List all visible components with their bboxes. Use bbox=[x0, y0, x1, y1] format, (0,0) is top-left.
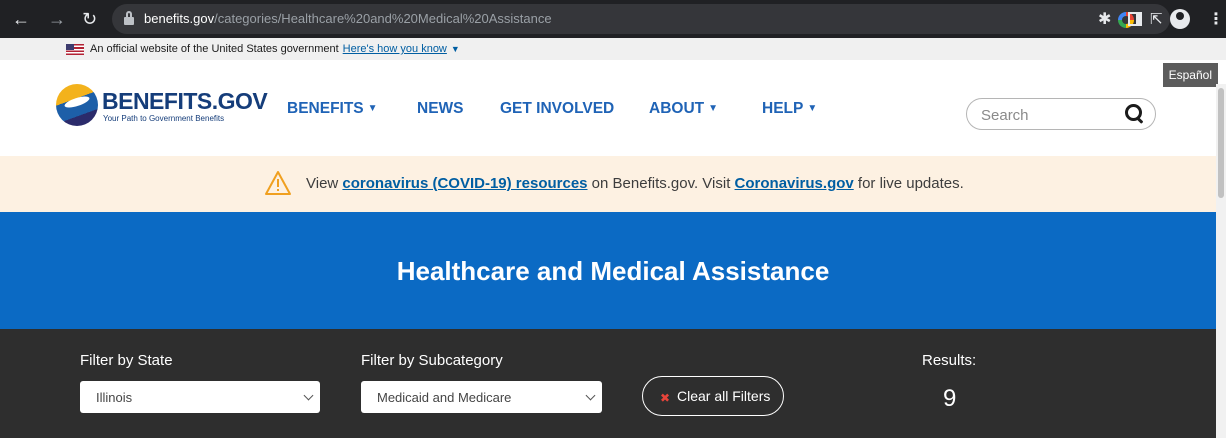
caret-down-icon: ▼ bbox=[807, 103, 818, 114]
results-label: Results: bbox=[922, 352, 977, 369]
chevron-down-icon bbox=[303, 390, 314, 401]
nav-help[interactable]: HELP ▼ bbox=[762, 100, 817, 118]
reload-icon[interactable]: ↻ bbox=[82, 9, 97, 29]
page-title: Healthcare and Medical Assistance bbox=[396, 256, 830, 286]
caret-down-icon: ▼ bbox=[708, 103, 719, 114]
url-text[interactable]: benefits.gov/categories/Healthcare%20and… bbox=[144, 11, 552, 26]
alert-message: View coronavirus (COVID-19) resources on… bbox=[306, 175, 964, 192]
site-logo[interactable]: BENEFITS.GOV Your Path to Government Ben… bbox=[56, 84, 268, 128]
nav-news-label: NEWS bbox=[417, 100, 464, 117]
side-panel-icon[interactable] bbox=[1128, 12, 1142, 26]
kebab-menu-icon[interactable]: ⋮ bbox=[1208, 9, 1224, 29]
benefits-logo-icon bbox=[56, 84, 98, 126]
alert-text-post: for live updates. bbox=[853, 175, 964, 192]
state-select-value: Illinois bbox=[96, 390, 133, 405]
logo-title: BENEFITS.GOV bbox=[102, 88, 268, 114]
espanol-button[interactable]: Español bbox=[1162, 63, 1218, 87]
browser-toolbar: ← → ↻ benefits.gov/categories/Healthcare… bbox=[0, 0, 1226, 38]
gov-banner-text: An official website of the United States… bbox=[90, 43, 460, 55]
how-you-know-link[interactable]: Here's how you know bbox=[343, 43, 447, 55]
forward-arrow-icon[interactable]: → bbox=[48, 9, 66, 29]
back-arrow-icon[interactable]: ← bbox=[12, 9, 30, 29]
nav-get-involved-label: GET INVOLVED bbox=[500, 100, 615, 117]
chevron-down-icon[interactable]: ▼ bbox=[451, 44, 460, 54]
address-bar[interactable]: benefits.gov/categories/Healthcare%20and… bbox=[112, 4, 1189, 34]
results-count: 9 bbox=[943, 385, 957, 412]
gov-banner-label: An official website of the United States… bbox=[90, 43, 339, 55]
official-gov-banner: An official website of the United States… bbox=[0, 38, 1226, 60]
nav-about-label: ABOUT bbox=[649, 100, 705, 117]
page-scrollbar[interactable] bbox=[1216, 84, 1226, 438]
state-select[interactable]: Illinois bbox=[80, 381, 320, 413]
site-header: Español BENEFITS.GOV Your Path to Govern… bbox=[0, 60, 1226, 156]
search-input[interactable] bbox=[981, 105, 1111, 125]
filter-subcategory-label: Filter by Subcategory bbox=[361, 352, 503, 369]
nav-help-label: HELP bbox=[762, 100, 804, 117]
covid-alert-banner: View coronavirus (COVID-19) resources on… bbox=[0, 156, 1226, 212]
alert-text-pre: View bbox=[306, 175, 343, 192]
caret-down-icon: ▼ bbox=[367, 103, 378, 114]
coronavirus-gov-link[interactable]: Coronavirus.gov bbox=[735, 175, 854, 192]
nav-news[interactable]: NEWS bbox=[417, 100, 464, 118]
lock-icon[interactable] bbox=[124, 11, 134, 25]
subcategory-select-value: Medicaid and Medicare bbox=[377, 390, 512, 405]
us-flag-icon bbox=[66, 44, 84, 55]
close-x-icon: ✖ bbox=[660, 391, 671, 405]
nav-benefits[interactable]: BENEFITS ▼ bbox=[287, 100, 378, 118]
filter-state-label: Filter by State bbox=[80, 352, 173, 369]
profile-avatar-icon[interactable] bbox=[1170, 9, 1190, 29]
clear-all-filters-button[interactable]: ✖ Clear all Filters bbox=[642, 376, 784, 416]
chevron-down-icon bbox=[585, 390, 596, 401]
clear-all-filters-label: Clear all Filters bbox=[677, 388, 771, 404]
nav-benefits-label: BENEFITS bbox=[287, 100, 364, 117]
nav-get-involved[interactable]: GET INVOLVED bbox=[500, 100, 614, 118]
nav-about[interactable]: ABOUT ▼ bbox=[649, 100, 718, 118]
logo-tagline: Your Path to Government Benefits bbox=[103, 114, 225, 123]
category-hero: Healthcare and Medical Assistance bbox=[0, 212, 1226, 329]
warning-triangle-icon bbox=[264, 170, 292, 196]
search-box bbox=[966, 98, 1156, 130]
search-icon[interactable] bbox=[1125, 104, 1145, 124]
scrollbar-thumb[interactable] bbox=[1218, 88, 1224, 198]
extensions-puzzle-icon[interactable]: ✱ bbox=[1098, 9, 1111, 29]
covid-resources-link[interactable]: coronavirus (COVID-19) resources bbox=[342, 175, 587, 192]
subcategory-select[interactable]: Medicaid and Medicare bbox=[361, 381, 602, 413]
share-icon[interactable]: ⇱ bbox=[1150, 10, 1163, 28]
filter-bar: Filter by State Illinois Filter by Subca… bbox=[0, 329, 1226, 438]
alert-text-mid: on Benefits.gov. Visit bbox=[587, 175, 735, 192]
